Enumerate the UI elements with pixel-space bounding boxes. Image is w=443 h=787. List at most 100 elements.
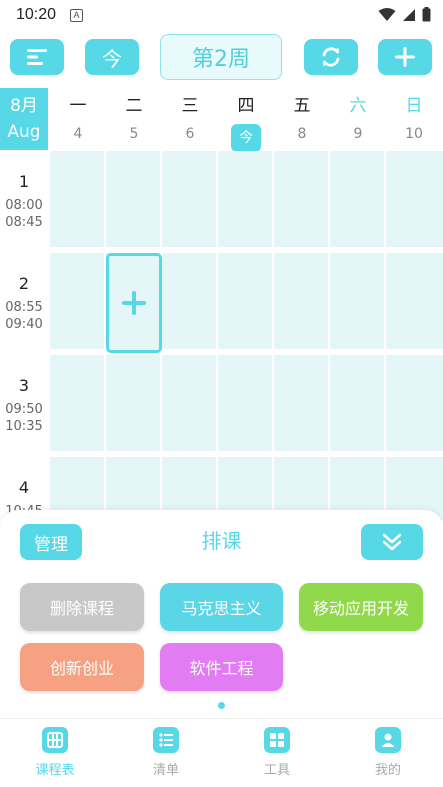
- timetable-cell[interactable]: [386, 355, 443, 451]
- timetable-cell[interactable]: [386, 253, 443, 349]
- period-start: 08:55: [5, 300, 43, 315]
- bottom-nav: 课程表 清单 工具 我的: [0, 718, 443, 787]
- timetable-cell[interactable]: [274, 253, 328, 349]
- period-end: 09:40: [5, 317, 43, 332]
- timetable-cell[interactable]: [330, 355, 384, 451]
- period-number: 4: [18, 478, 30, 497]
- course-chip[interactable]: 软件工程: [160, 643, 283, 691]
- schedule-sheet: 排课 管理 删除课程 马克思主义 移动应用开发 创新创业 软件工程: [0, 510, 443, 718]
- date-label: 8: [297, 126, 307, 142]
- menu-lines-icon: [27, 49, 47, 65]
- timetable-cell[interactable]: [162, 253, 216, 349]
- timetable-cell[interactable]: [330, 253, 384, 349]
- delete-course-chip[interactable]: 删除课程: [20, 583, 144, 631]
- weekday-label: 六: [349, 96, 367, 116]
- timetable-icon: [42, 727, 68, 753]
- course-chip[interactable]: 移动应用开发: [299, 583, 423, 631]
- period-number: 1: [18, 172, 30, 191]
- today-badge: 今: [231, 124, 261, 152]
- refresh-icon: [322, 47, 340, 67]
- timetable-cell[interactable]: [162, 355, 216, 451]
- date-label: 9: [353, 126, 363, 142]
- period-end: 08:45: [5, 215, 43, 230]
- nav-label: 课程表: [35, 763, 75, 778]
- period-number: 2: [18, 274, 30, 293]
- list-icon: [153, 727, 179, 753]
- timetable-grid: 1 08:00 08:45 2 08:55 09:40 3 09:50 10:3…: [0, 150, 443, 520]
- course-chip[interactable]: 创新创业: [20, 643, 144, 691]
- timetable-cell[interactable]: [106, 355, 160, 451]
- period-2: 2 08:55 09:40: [0, 252, 48, 333]
- timetable-cell[interactable]: [162, 151, 216, 247]
- nav-profile[interactable]: 我的: [333, 727, 443, 778]
- weekday-label: 一: [69, 96, 87, 116]
- status-bar: 10:20 A: [0, 0, 443, 30]
- week-selector[interactable]: 第2周: [160, 34, 282, 80]
- day-column-wed: 三 6: [162, 88, 218, 150]
- notification-icon: A: [70, 8, 84, 22]
- page-indicator: [218, 702, 225, 709]
- timetable-cell[interactable]: [274, 151, 328, 247]
- period-3: 3 09:50 10:35: [0, 354, 48, 435]
- add-course-button[interactable]: [378, 39, 432, 75]
- timetable-cell[interactable]: [50, 253, 104, 349]
- period-number: 3: [18, 376, 30, 395]
- weekday-label: 四: [237, 96, 255, 116]
- plus-icon: [395, 47, 415, 67]
- timetable-cell[interactable]: [50, 355, 104, 451]
- month-cn: 8月: [10, 96, 38, 116]
- refresh-button[interactable]: [304, 39, 358, 75]
- today-button[interactable]: 今: [85, 39, 139, 75]
- date-label: 10: [405, 126, 423, 142]
- timetable-cell[interactable]: [218, 151, 272, 247]
- toolbar: 今 第2周: [0, 30, 443, 88]
- weekday-label: 日: [405, 96, 423, 116]
- period-1: 1 08:00 08:45: [0, 150, 48, 231]
- day-column-sun: 日 10: [386, 88, 442, 150]
- timetable-cell[interactable]: [386, 151, 443, 247]
- tools-icon: [264, 727, 290, 753]
- day-column-sat: 六 9: [330, 88, 386, 150]
- day-header: 8月 Aug 一 4 二 5 三 6 四 今 五 8 六 9 日 10: [0, 88, 443, 152]
- timetable-cell[interactable]: [274, 355, 328, 451]
- timetable-cell[interactable]: [50, 151, 104, 247]
- plus-icon: [122, 291, 146, 315]
- profile-icon: [375, 727, 401, 753]
- wifi-icon: [378, 7, 396, 21]
- double-chevron-down-icon: [382, 533, 402, 551]
- month-en: Aug: [7, 122, 41, 142]
- status-time: 10:20: [16, 6, 57, 23]
- period-start: 09:50: [5, 402, 43, 417]
- nav-label: 清单: [152, 763, 179, 778]
- nav-tools[interactable]: 工具: [222, 727, 332, 778]
- weekday-label: 二: [125, 96, 143, 116]
- nav-label: 工具: [263, 763, 290, 778]
- date-label: 6: [185, 126, 195, 142]
- weekday-label: 五: [293, 96, 311, 116]
- menu-button[interactable]: [10, 39, 64, 75]
- add-course-cell[interactable]: [106, 253, 162, 353]
- signal-icon: [403, 8, 415, 21]
- nav-list[interactable]: 清单: [111, 727, 221, 778]
- nav-label: 我的: [374, 763, 401, 778]
- manage-button[interactable]: 管理: [20, 524, 82, 560]
- date-label: 5: [129, 126, 139, 142]
- nav-timetable[interactable]: 课程表: [0, 727, 110, 778]
- timetable-cell[interactable]: [106, 151, 160, 247]
- weekday-label: 三: [181, 96, 199, 116]
- period-end: 10:35: [5, 419, 43, 434]
- battery-icon: [422, 7, 431, 22]
- day-column-tue: 二 5: [106, 88, 162, 150]
- collapse-button[interactable]: [361, 524, 423, 560]
- status-icons: [378, 7, 431, 22]
- timetable-cell[interactable]: [330, 151, 384, 247]
- timetable-cell[interactable]: [218, 355, 272, 451]
- day-column-fri: 五 8: [274, 88, 330, 150]
- day-column-mon: 一 4: [50, 88, 106, 150]
- course-chip[interactable]: 马克思主义: [160, 583, 283, 631]
- day-column-thu: 四 今: [218, 88, 274, 152]
- period-start: 08:00: [5, 198, 43, 213]
- timetable-cell[interactable]: [218, 253, 272, 349]
- month-box: 8月 Aug: [0, 88, 48, 150]
- date-label: 4: [73, 126, 83, 142]
